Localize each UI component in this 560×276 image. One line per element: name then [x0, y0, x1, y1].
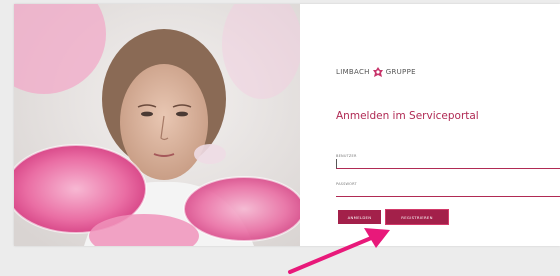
page-title: Anmelden im Serviceportal — [336, 110, 479, 122]
password-label: PASSWORT — [336, 182, 357, 186]
hero-photo — [14, 4, 300, 246]
brand-logo: LIMBACH GRUPPE — [336, 66, 416, 78]
username-label: BENUTZER — [336, 154, 357, 158]
annotation-arrow-icon — [288, 228, 390, 274]
brand-name-part2: GRUPPE — [385, 68, 416, 76]
login-form: LIMBACH GRUPPE Anmelden im Serviceportal… — [320, 4, 560, 246]
password-field[interactable] — [336, 187, 560, 197]
username-field[interactable] — [336, 159, 560, 169]
brand-name-part1: LIMBACH — [336, 68, 370, 76]
login-card: LIMBACH GRUPPE Anmelden im Serviceportal… — [14, 4, 560, 246]
limbach-logo-icon — [372, 67, 383, 77]
